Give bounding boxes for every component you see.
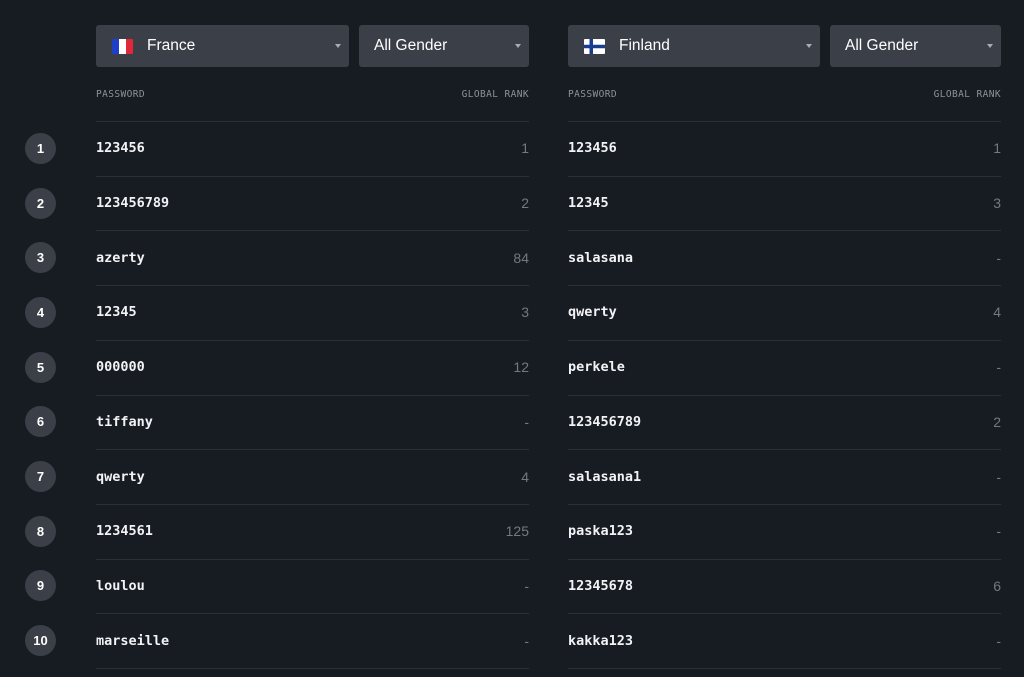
- left-password-cell: 123456: [96, 140, 145, 156]
- left-password-cell: 000000: [96, 359, 145, 375]
- right-rank-cell: 2: [993, 414, 1001, 430]
- left-rank-cell: 2: [521, 195, 529, 211]
- row-divider: [568, 668, 1001, 669]
- chevron-down-icon: [806, 44, 812, 48]
- right-password-cell: kakka123: [568, 633, 634, 649]
- left-rank-cell: 3: [521, 304, 529, 320]
- left-rank-cell: -: [524, 578, 529, 594]
- left-password-cell: 12345: [96, 304, 137, 320]
- row-divider: [568, 449, 1001, 450]
- row-divider: [96, 230, 529, 231]
- left-rank-cell: -: [524, 414, 529, 430]
- row-divider: [568, 230, 1001, 231]
- row-divider: [96, 340, 529, 341]
- left-rank-cell: 1: [521, 140, 529, 156]
- rank-badge: 10: [25, 625, 56, 656]
- rank-badge: 7: [25, 461, 56, 492]
- country-select-right[interactable]: Finland: [568, 25, 820, 67]
- right-rank-header: GLOBAL RANK: [933, 89, 1001, 100]
- left-password-cell: 1234561: [96, 523, 153, 539]
- right-password-cell: 12345: [568, 195, 609, 211]
- left-rank-cell: 12: [513, 359, 529, 375]
- left-password-cell: tiffany: [96, 414, 153, 430]
- right-rank-cell: 6: [993, 578, 1001, 594]
- row-divider: [568, 395, 1001, 396]
- finland-flag-icon: [584, 38, 605, 54]
- right-rank-cell: -: [996, 523, 1001, 539]
- chevron-down-icon: [335, 44, 341, 48]
- right-password-cell: paska123: [568, 523, 634, 539]
- left-rank-cell: 84: [513, 250, 529, 266]
- right-password-cell: qwerty: [568, 304, 617, 320]
- left-password-header: PASSWORD: [96, 89, 145, 100]
- right-password-cell: salasana: [568, 250, 634, 266]
- rank-badge: 6: [25, 406, 56, 437]
- right-password-cell: 123456789: [568, 414, 642, 430]
- rank-badge: 9: [25, 570, 56, 601]
- row-divider: [96, 176, 529, 177]
- row-divider: [96, 668, 529, 669]
- right-password-cell: 123456: [568, 140, 617, 156]
- rank-badge: 3: [25, 242, 56, 273]
- row-divider: [568, 559, 1001, 560]
- rank-badge: 4: [25, 297, 56, 328]
- right-password-cell: perkele: [568, 359, 625, 375]
- rank-badge: 1: [25, 133, 56, 164]
- france-flag-icon: [112, 38, 133, 54]
- country-select-left-label: France: [147, 37, 196, 54]
- row-divider: [568, 340, 1001, 341]
- left-rank-cell: 4: [521, 469, 529, 485]
- rank-badge: 5: [25, 352, 56, 383]
- left-password-cell: azerty: [96, 250, 145, 266]
- gender-select-left[interactable]: All Gender: [359, 25, 529, 67]
- row-divider: [568, 285, 1001, 286]
- right-password-cell: 12345678: [568, 578, 634, 594]
- right-rank-cell: -: [996, 633, 1001, 649]
- row-divider: [96, 285, 529, 286]
- left-password-cell: marseille: [96, 633, 170, 649]
- country-select-left[interactable]: France: [96, 25, 349, 67]
- row-divider: [96, 449, 529, 450]
- right-rank-cell: 1: [993, 140, 1001, 156]
- left-password-cell: 123456789: [96, 195, 170, 211]
- right-rank-cell: -: [996, 359, 1001, 375]
- row-divider: [568, 613, 1001, 614]
- right-rank-cell: -: [996, 250, 1001, 266]
- right-password-cell: salasana1: [568, 469, 642, 485]
- right-rank-cell: 3: [993, 195, 1001, 211]
- rank-badge: 2: [25, 188, 56, 219]
- gender-select-left-label: All Gender: [374, 37, 448, 54]
- row-divider: [96, 613, 529, 614]
- row-divider: [568, 121, 1001, 122]
- right-password-header: PASSWORD: [568, 89, 617, 100]
- row-divider: [96, 504, 529, 505]
- row-divider: [568, 176, 1001, 177]
- left-password-cell: loulou: [96, 578, 145, 594]
- row-divider: [96, 559, 529, 560]
- left-rank-cell: -: [524, 633, 529, 649]
- chevron-down-icon: [987, 44, 993, 48]
- row-divider: [568, 504, 1001, 505]
- rank-badge: 8: [25, 516, 56, 547]
- row-divider: [96, 395, 529, 396]
- country-select-right-label: Finland: [619, 37, 670, 54]
- left-rank-cell: 125: [505, 523, 529, 539]
- left-password-cell: qwerty: [96, 469, 145, 485]
- gender-select-right-label: All Gender: [845, 37, 919, 54]
- row-divider: [96, 121, 529, 122]
- gender-select-right[interactable]: All Gender: [830, 25, 1001, 67]
- chevron-down-icon: [515, 44, 521, 48]
- right-rank-cell: 4: [993, 304, 1001, 320]
- right-rank-cell: -: [996, 469, 1001, 485]
- left-rank-header: GLOBAL RANK: [461, 89, 529, 100]
